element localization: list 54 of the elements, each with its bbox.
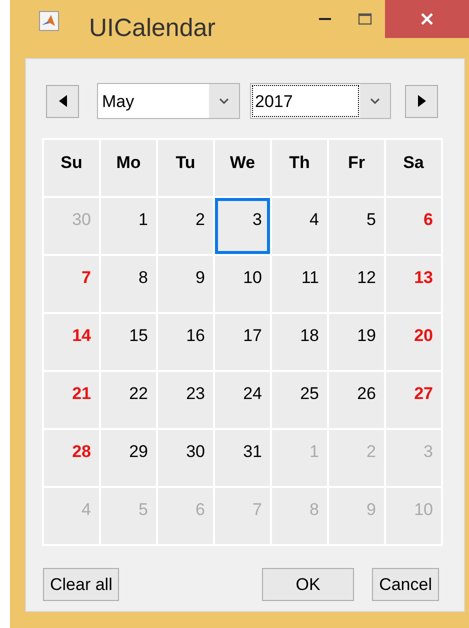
day-cell[interactable]: 8 [101, 256, 156, 312]
day-cell[interactable]: 25 [272, 372, 327, 428]
maximize-icon [358, 13, 372, 25]
day-cell[interactable]: 16 [158, 314, 213, 370]
chevron-down-icon [370, 98, 380, 104]
day-cell[interactable]: 27 [386, 372, 441, 428]
day-cell[interactable]: 22 [101, 372, 156, 428]
day-cell[interactable]: 4 [272, 198, 327, 254]
day-cell[interactable]: 28 [44, 430, 99, 486]
close-icon [420, 12, 434, 26]
weekday-header: Th [272, 140, 327, 196]
day-cell[interactable]: 14 [44, 314, 99, 370]
weekday-header: Su [44, 140, 99, 196]
weekday-header: Sa [386, 140, 441, 196]
day-cell[interactable]: 1 [101, 198, 156, 254]
left-arrow-icon [58, 95, 68, 107]
previous-month-button[interactable] [46, 84, 79, 118]
day-cell[interactable]: 17 [215, 314, 270, 370]
day-cell[interactable]: 15 [101, 314, 156, 370]
app-icon [39, 11, 59, 31]
day-cell[interactable]: 7 [44, 256, 99, 312]
day-cell[interactable]: 2 [158, 198, 213, 254]
minimize-icon [319, 18, 331, 20]
day-cell[interactable]: 26 [329, 372, 384, 428]
day-cell[interactable]: 13 [386, 256, 441, 312]
day-cell[interactable]: 9 [158, 256, 213, 312]
weekday-header: Tu [158, 140, 213, 196]
weekday-header: Fr [329, 140, 384, 196]
day-cell[interactable]: 29 [101, 430, 156, 486]
day-cell[interactable]: 3 [215, 198, 270, 254]
right-arrow-icon [416, 95, 426, 107]
window-title: UICalendar [89, 14, 216, 43]
month-dropdown[interactable]: May [97, 83, 240, 119]
day-cell[interactable]: 5 [329, 198, 384, 254]
day-cell[interactable]: 31 [215, 430, 270, 486]
day-cell[interactable]: 10 [215, 256, 270, 312]
year-dropdown[interactable]: 2017 [250, 83, 391, 119]
day-cell[interactable]: 23 [158, 372, 213, 428]
day-cell[interactable]: 24 [215, 372, 270, 428]
day-cell[interactable]: 30 [158, 430, 213, 486]
ok-button[interactable]: OK [262, 568, 354, 601]
next-month-button[interactable] [405, 84, 438, 118]
day-cell[interactable]: 19 [329, 314, 384, 370]
weekday-header: We [215, 140, 270, 196]
cancel-button[interactable]: Cancel [372, 568, 439, 601]
day-cell[interactable]: 21 [44, 372, 99, 428]
day-cell[interactable]: 11 [272, 256, 327, 312]
weekday-header: Mo [101, 140, 156, 196]
day-cell[interactable]: 18 [272, 314, 327, 370]
day-cell[interactable]: 6 [386, 198, 441, 254]
day-cell[interactable]: 20 [386, 314, 441, 370]
chevron-down-icon [219, 98, 229, 104]
day-cell[interactable]: 12 [329, 256, 384, 312]
clear-all-button[interactable]: Clear all [43, 568, 120, 601]
